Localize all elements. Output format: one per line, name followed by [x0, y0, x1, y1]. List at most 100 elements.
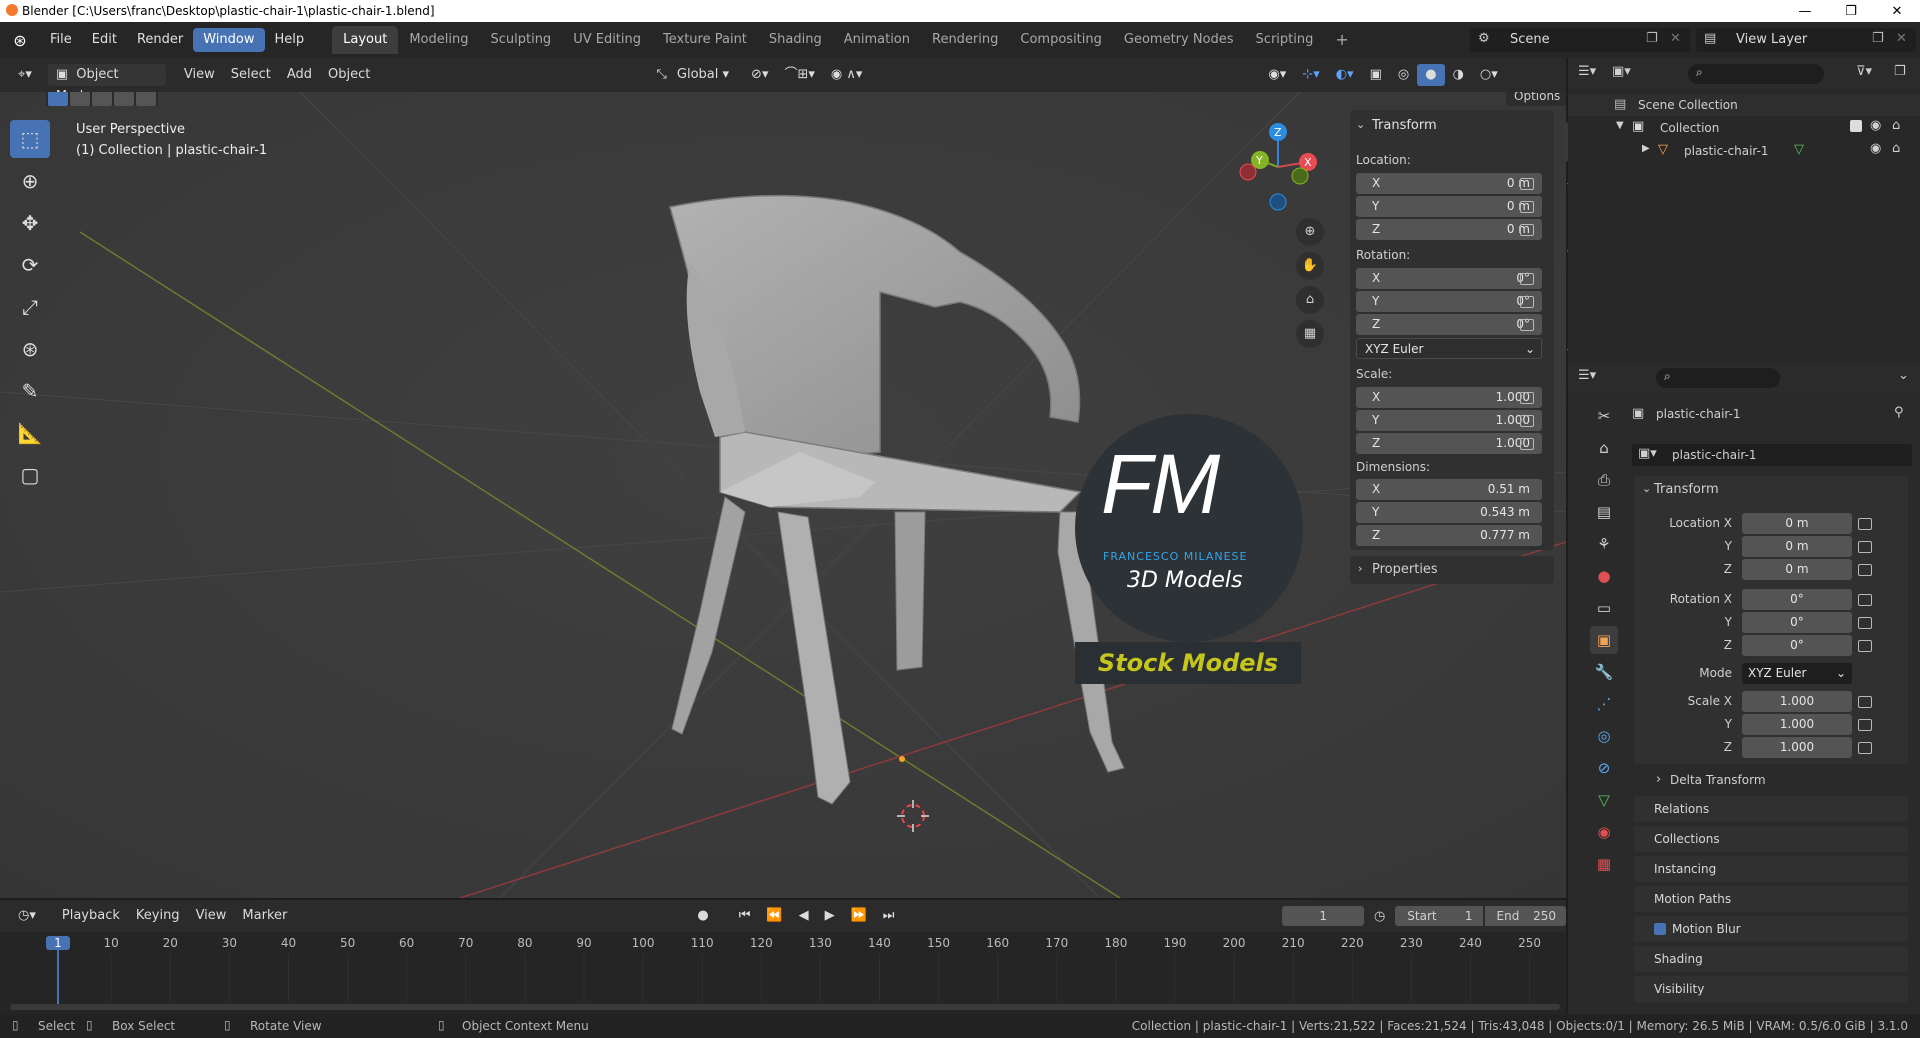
- particles-tab-icon[interactable]: ⋰: [1590, 690, 1618, 718]
- scale-x-field[interactable]: 1.000: [1742, 691, 1852, 712]
- orientation-dropdown[interactable]: ⤡ Global ▾: [648, 64, 737, 86]
- editor-type-icon[interactable]: ◷▾: [10, 905, 44, 927]
- scale-z-field[interactable]: Z 1.000: [1356, 433, 1542, 454]
- menu-view[interactable]: View: [176, 64, 223, 86]
- prev-keyframe-icon[interactable]: ⏪: [758, 905, 790, 927]
- object-tab-icon[interactable]: ▣: [1590, 626, 1618, 654]
- mesh-data-tab-icon[interactable]: ▽: [1590, 786, 1618, 814]
- remove-view-layer-icon[interactable]: ✕: [1896, 31, 1907, 46]
- lock-icon[interactable]: [1520, 224, 1534, 236]
- location-y-field[interactable]: Y0 m: [1356, 196, 1542, 217]
- outliner-row-object[interactable]: ▶ ▽ plastic-chair-1 ▽ ◉ ⌂: [1568, 140, 1920, 162]
- view-layer-selector[interactable]: ▤ View Layer ❐ ✕: [1696, 28, 1916, 52]
- menu-add[interactable]: Add: [279, 64, 320, 86]
- options-button[interactable]: Options: [1506, 92, 1566, 106]
- transform-tool-icon[interactable]: ⊛: [10, 330, 50, 368]
- section-relations[interactable]: Relations: [1634, 796, 1908, 822]
- rotation-mode-dropdown[interactable]: XYZ Euler ⌄: [1356, 338, 1542, 359]
- physics-tab-icon[interactable]: ◎: [1590, 722, 1618, 750]
- menu-render[interactable]: Render: [127, 28, 193, 52]
- record-button-icon[interactable]: ●: [689, 905, 716, 927]
- collection-tab-icon[interactable]: ▭: [1590, 594, 1618, 622]
- solid-shading-icon[interactable]: ●: [1417, 64, 1445, 86]
- timeline-ruler[interactable]: 1 10 20 30 40 50 60 70 80 90 100 110 120 130 140 150 160…: [0, 932, 1566, 1014]
- outliner-row-collection[interactable]: ▼ ▣ Collection ◉ ⌂: [1568, 117, 1920, 139]
- lock-icon[interactable]: [1520, 296, 1534, 308]
- menu-file[interactable]: File: [40, 28, 82, 52]
- rotation-x-field[interactable]: X 0°: [1356, 268, 1542, 289]
- menu-edit[interactable]: Edit: [82, 28, 127, 52]
- lock-icon[interactable]: [1858, 518, 1872, 530]
- select-invert-icon[interactable]: [114, 92, 134, 106]
- pan-button-icon[interactable]: ✋: [1296, 252, 1324, 280]
- gizmo-toggle-icon[interactable]: ⊹▾: [1294, 64, 1327, 86]
- location-z-field[interactable]: Z0 m: [1356, 219, 1542, 240]
- rotation-z-field[interactable]: 0°: [1742, 635, 1852, 656]
- filter-icon[interactable]: ⊽▾: [1856, 64, 1872, 79]
- chevron-down-icon[interactable]: ⌄: [1898, 368, 1909, 383]
- checkbox-icon[interactable]: [1850, 120, 1862, 132]
- snap-icon[interactable]: ⌒⊞▾: [776, 64, 822, 86]
- object-datablock-field[interactable]: ▣▾ plastic-chair-1: [1632, 444, 1912, 466]
- tab-geometry-nodes[interactable]: Geometry Nodes: [1113, 26, 1245, 54]
- select-new-icon[interactable]: [48, 92, 68, 106]
- tab-modeling[interactable]: Modeling: [398, 26, 479, 54]
- pivot-icon[interactable]: ⊘▾: [743, 64, 776, 86]
- menu-select[interactable]: Select: [223, 64, 279, 86]
- play-reverse-icon[interactable]: ◀: [791, 905, 817, 927]
- scale-x-field[interactable]: X 1.000: [1356, 387, 1542, 408]
- section-motion-blur[interactable]: Motion Blur: [1634, 916, 1908, 942]
- texture-tab-icon[interactable]: ▦: [1590, 850, 1618, 878]
- timeline-scrollbar[interactable]: [10, 1004, 1560, 1010]
- lock-icon[interactable]: [1858, 541, 1872, 553]
- lock-icon[interactable]: [1858, 594, 1872, 606]
- section-instancing[interactable]: Instancing: [1634, 856, 1908, 882]
- section-motion-paths[interactable]: Motion Paths: [1634, 886, 1908, 912]
- lock-icon[interactable]: [1520, 273, 1534, 285]
- current-frame-field[interactable]: 1: [1282, 906, 1364, 926]
- chevron-down-icon[interactable]: ⌄: [1642, 482, 1651, 495]
- outliner-row-scene-collection[interactable]: ▤ Scene Collection: [1568, 94, 1920, 116]
- lock-icon[interactable]: [1520, 438, 1534, 450]
- select-mode-buttons[interactable]: [46, 92, 158, 106]
- properties-subpanel[interactable]: › Properties: [1350, 556, 1554, 584]
- location-x-field[interactable]: X0 m: [1356, 173, 1542, 194]
- maximize-button[interactable]: ❐: [1828, 0, 1874, 22]
- section-collections[interactable]: Collections: [1634, 826, 1908, 852]
- scene-tab-icon[interactable]: ⚘: [1590, 530, 1618, 558]
- scale-y-field[interactable]: 1.000: [1742, 714, 1852, 735]
- lock-icon[interactable]: [1520, 319, 1534, 331]
- lock-icon[interactable]: [1858, 617, 1872, 629]
- menu-object[interactable]: Object: [320, 64, 378, 86]
- select-box-tool-icon[interactable]: ⬚: [10, 120, 50, 158]
- rotation-y-field[interactable]: 0°: [1742, 612, 1852, 633]
- eye-icon[interactable]: ◉: [1870, 118, 1881, 133]
- annotate-tool-icon[interactable]: ✎: [10, 372, 50, 410]
- dimensions-x-field[interactable]: X 0.51 m: [1356, 479, 1542, 500]
- tab-scripting[interactable]: Scripting: [1245, 26, 1325, 54]
- move-tool-icon[interactable]: ✥: [10, 204, 50, 242]
- select-subtract-icon[interactable]: [92, 92, 112, 106]
- start-frame-field[interactable]: Start 1: [1395, 906, 1483, 926]
- tab-compositing[interactable]: Compositing: [1009, 26, 1113, 54]
- lock-icon[interactable]: [1858, 640, 1872, 652]
- rotation-y-field[interactable]: Y 0°: [1356, 291, 1542, 312]
- overlay-toggle-icon[interactable]: ◐▾: [1328, 64, 1362, 86]
- add-workspace-button[interactable]: +: [1324, 26, 1359, 54]
- location-z-field[interactable]: 0 m: [1742, 559, 1852, 580]
- motion-blur-checkbox[interactable]: [1654, 923, 1666, 935]
- menu-window[interactable]: Window: [193, 28, 265, 52]
- new-view-layer-icon[interactable]: ❐: [1872, 31, 1884, 46]
- chevron-down-icon[interactable]: ⌄: [1356, 118, 1365, 131]
- chevron-right-icon[interactable]: ▶: [1642, 143, 1650, 154]
- rotation-mode-dropdown[interactable]: XYZ Euler ⌄: [1742, 663, 1852, 684]
- transform-title[interactable]: Transform: [1654, 482, 1719, 497]
- view-layer-tab-icon[interactable]: ▤: [1590, 498, 1618, 526]
- lock-icon[interactable]: [1520, 201, 1534, 213]
- tab-texture-paint[interactable]: Texture Paint: [652, 26, 758, 54]
- scale-z-field[interactable]: 1.000: [1742, 737, 1852, 758]
- chevron-down-icon[interactable]: ▼: [1616, 120, 1624, 131]
- dimensions-z-field[interactable]: Z 0.777 m: [1356, 525, 1542, 546]
- modifier-tab-icon[interactable]: 🔧: [1590, 658, 1618, 686]
- tab-uv-editing[interactable]: UV Editing: [562, 26, 652, 54]
